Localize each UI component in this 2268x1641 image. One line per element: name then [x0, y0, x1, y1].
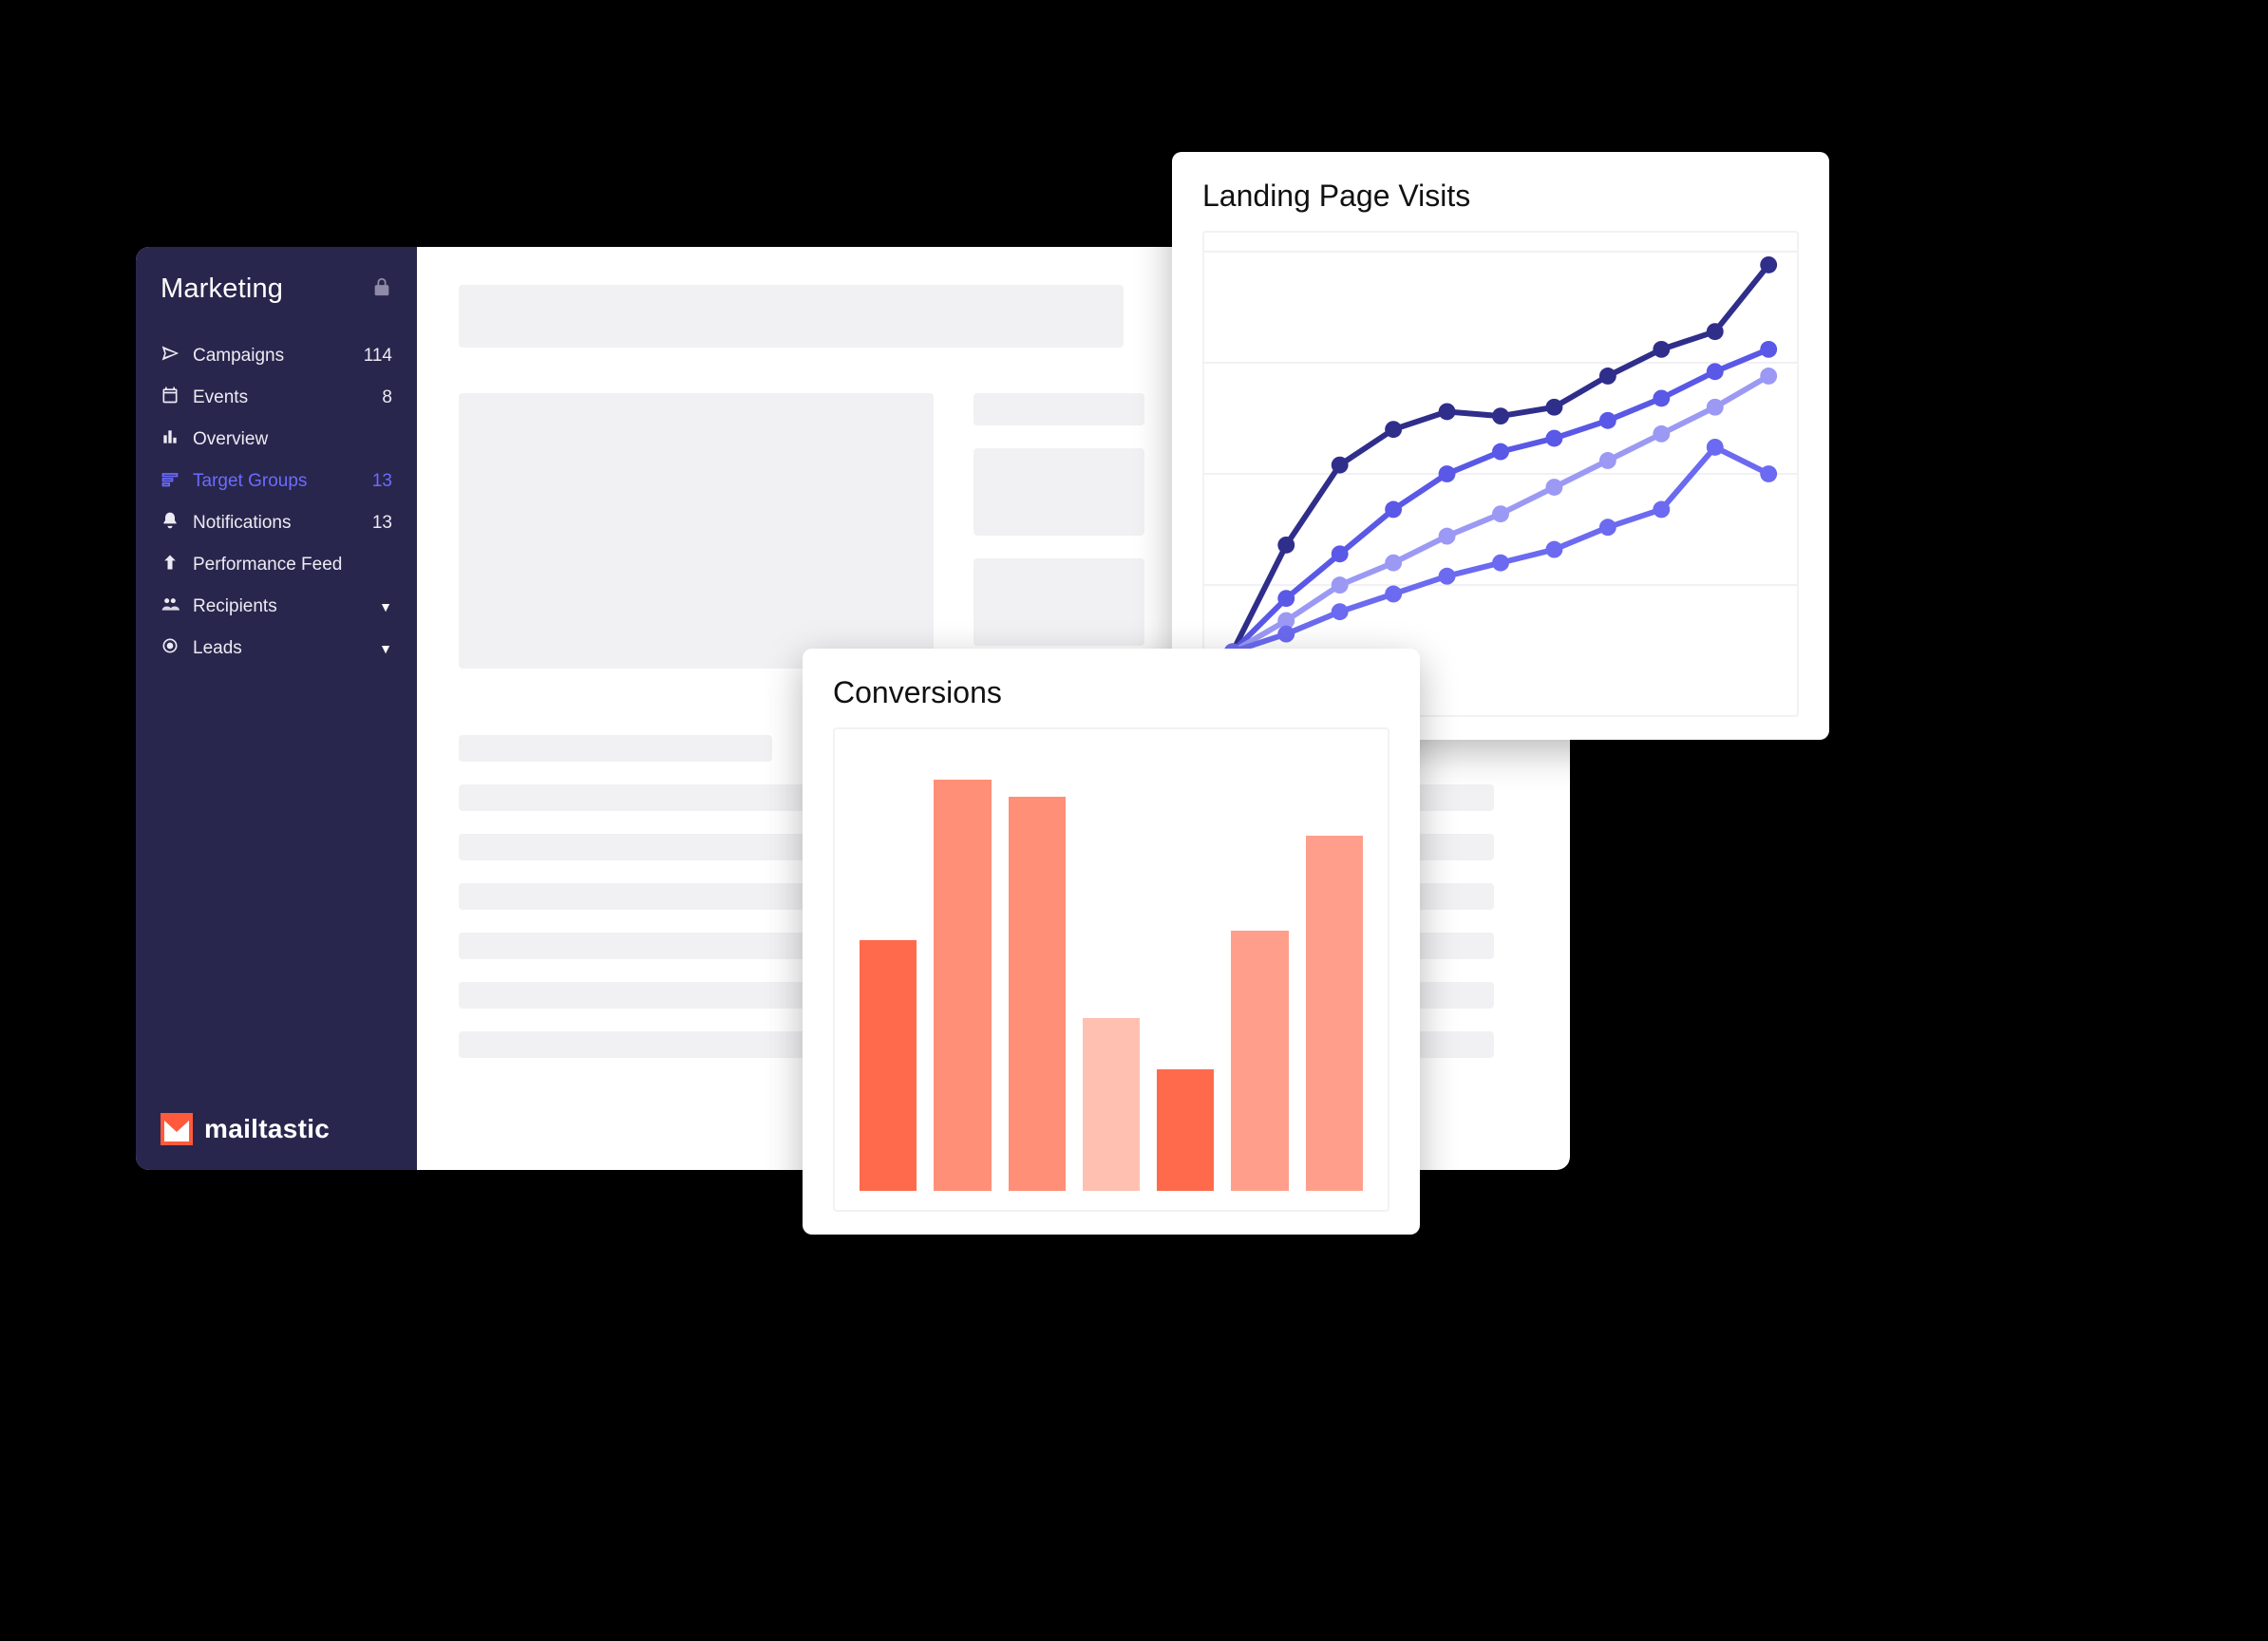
sidebar-header: Marketing — [136, 274, 417, 322]
placeholder-line — [459, 735, 772, 762]
calendar-icon — [161, 386, 180, 410]
sidebar-item-count: 13 — [372, 471, 392, 492]
placeholder-hero — [459, 393, 934, 669]
chevron-down-icon: ▼ — [379, 599, 392, 614]
sidebar-item-label: Notifications — [193, 513, 359, 534]
placeholder-title — [459, 285, 1124, 348]
sidebar-item-target-groups[interactable]: Target Groups 13 — [136, 461, 417, 502]
sidebar: Marketing Campaigns 114 Events 8 Overvie… — [136, 247, 417, 1170]
bar-chart — [833, 727, 1389, 1212]
brand: mailtastic — [161, 1113, 330, 1145]
target2-icon — [161, 636, 180, 661]
placeholder-block — [973, 393, 1144, 425]
sidebar-item-label: Overview — [193, 429, 392, 450]
bar — [1009, 797, 1066, 1191]
sidebar-item-recipients[interactable]: Recipients ▼ — [136, 586, 417, 628]
sidebar-item-count: 8 — [382, 387, 392, 408]
sidebar-item-label: Events — [193, 387, 369, 408]
people-icon — [161, 594, 180, 619]
sidebar-item-count: 13 — [372, 513, 392, 534]
brand-logo-icon — [161, 1113, 193, 1145]
bars-icon — [161, 427, 180, 452]
bar — [1083, 1018, 1140, 1191]
lock-icon — [371, 276, 392, 302]
card-title: Conversions — [833, 675, 1389, 710]
card-title: Landing Page Visits — [1202, 179, 1799, 214]
sidebar-item-count: 114 — [364, 346, 392, 367]
placeholder-block — [973, 448, 1144, 536]
sidebar-item-label: Leads — [193, 638, 366, 659]
sidebar-item-events[interactable]: Events 8 — [136, 377, 417, 419]
sidebar-item-label: Recipients — [193, 596, 366, 617]
sidebar-item-notifications[interactable]: Notifications 13 — [136, 502, 417, 544]
brand-name: mailtastic — [204, 1114, 330, 1144]
card-conversions: Conversions — [803, 649, 1420, 1235]
sidebar-item-campaigns[interactable]: Campaigns 114 — [136, 335, 417, 377]
sidebar-item-leads[interactable]: Leads ▼ — [136, 628, 417, 670]
target-icon — [161, 469, 180, 494]
sidebar-item-label: Target Groups — [193, 471, 359, 492]
sidebar-item-label: Performance Feed — [193, 555, 392, 575]
sidebar-title: Marketing — [161, 274, 283, 305]
sidebar-item-performance-feed[interactable]: Performance Feed — [136, 544, 417, 586]
bar — [934, 780, 991, 1191]
bar — [1157, 1069, 1214, 1191]
bell-icon — [161, 511, 180, 536]
sidebar-nav: Campaigns 114 Events 8 Overview Target G… — [136, 322, 417, 670]
line-chart — [1202, 231, 1799, 717]
bar — [1231, 931, 1288, 1191]
chevron-down-icon: ▼ — [379, 641, 392, 656]
bar — [1306, 836, 1363, 1191]
placeholder-block — [973, 558, 1144, 646]
sidebar-item-overview[interactable]: Overview — [136, 419, 417, 461]
bar — [860, 940, 917, 1191]
paper-plane-icon — [161, 344, 180, 368]
sidebar-item-label: Campaigns — [193, 346, 350, 367]
arrow-up-icon — [161, 553, 180, 577]
